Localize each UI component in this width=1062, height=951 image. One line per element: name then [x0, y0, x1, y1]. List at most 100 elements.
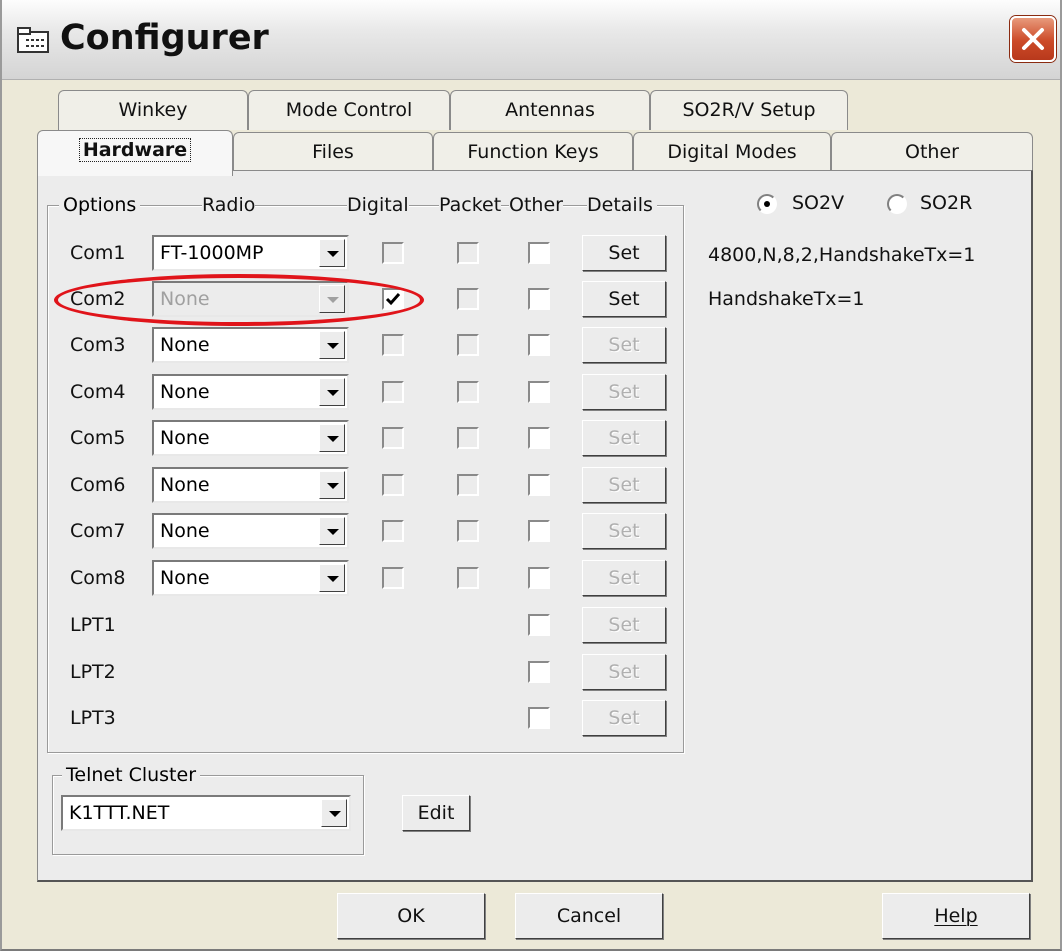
radio-select[interactable]: None [152, 560, 349, 596]
port-name: Com5 [70, 427, 126, 449]
configurer-window: Configurer Winkey Mode Control Antennas … [0, 0, 1062, 951]
help-label: Help [934, 905, 978, 927]
radio-select-value: None [160, 567, 210, 589]
other-checkbox[interactable] [528, 427, 550, 449]
chevron-down-icon[interactable] [319, 239, 345, 267]
other-checkbox[interactable] [528, 288, 550, 310]
tab-function-keys[interactable]: Function Keys [433, 132, 633, 172]
set-button: Set [582, 513, 666, 549]
tab-digital-modes[interactable]: Digital Modes [633, 132, 831, 172]
set-button[interactable]: Set [582, 235, 666, 271]
packet-checkbox[interactable] [457, 567, 479, 589]
chevron-down-icon[interactable] [319, 564, 345, 592]
help-button[interactable]: Help [882, 893, 1030, 939]
other-checkbox[interactable] [528, 474, 550, 496]
radio-select[interactable]: None [152, 513, 349, 549]
chevron-down-icon[interactable] [319, 331, 345, 359]
radio-select[interactable]: None [152, 467, 349, 503]
packet-checkbox[interactable] [457, 381, 479, 403]
chevron-down-icon[interactable] [319, 517, 345, 545]
annotation-ellipse [54, 274, 424, 326]
port-name: LPT1 [70, 614, 116, 636]
radio-select[interactable]: None [152, 327, 349, 363]
telnet-cluster-value: K1TTT.NET [69, 802, 170, 824]
radio-select-value: None [160, 381, 210, 403]
radio-select-value: None [160, 474, 210, 496]
details-info-line-2: HandshakeTx=1 [708, 288, 865, 310]
other-checkbox[interactable] [528, 381, 550, 403]
set-button: Set [582, 607, 666, 643]
digital-checkbox[interactable] [382, 381, 404, 403]
digital-checkbox[interactable] [382, 567, 404, 589]
digital-checkbox[interactable] [382, 427, 404, 449]
set-button: Set [582, 374, 666, 410]
other-checkbox[interactable] [528, 707, 550, 729]
radio-select[interactable]: None [152, 420, 349, 456]
close-button[interactable] [1010, 16, 1056, 62]
radio-select-value: FT-1000MP [160, 242, 264, 264]
header-digital: Digital [347, 194, 409, 216]
tab-hardware[interactable]: Hardware [37, 130, 233, 176]
tab-hardware-label: Hardware [78, 138, 192, 162]
other-checkbox[interactable] [528, 520, 550, 542]
telnet-cluster-select[interactable]: K1TTT.NET [61, 795, 351, 831]
port-name: Com1 [70, 242, 126, 264]
set-button: Set [582, 467, 666, 503]
so2v-radio[interactable] [757, 194, 777, 214]
so2r-radio[interactable] [887, 194, 907, 214]
set-button: Set [582, 420, 666, 456]
packet-checkbox[interactable] [457, 288, 479, 310]
port-name: LPT3 [70, 707, 116, 729]
packet-checkbox[interactable] [457, 427, 479, 449]
digital-checkbox[interactable] [382, 520, 404, 542]
details-info-line-1: 4800,N,8,2,HandshakeTx=1 [708, 244, 976, 266]
other-checkbox[interactable] [528, 242, 550, 264]
port-name: Com8 [70, 567, 126, 589]
tab-winkey[interactable]: Winkey [58, 90, 248, 130]
other-checkbox[interactable] [528, 334, 550, 356]
radio-select-value: None [160, 520, 210, 542]
set-button[interactable]: Set [582, 281, 666, 317]
tab-antennas[interactable]: Antennas [450, 90, 650, 130]
port-name: LPT2 [70, 661, 116, 683]
tab-files[interactable]: Files [233, 132, 433, 172]
radio-select[interactable]: FT-1000MP [152, 235, 349, 271]
packet-checkbox[interactable] [457, 334, 479, 356]
set-button: Set [582, 700, 666, 736]
edit-button[interactable]: Edit [402, 795, 470, 831]
port-name: Com7 [70, 520, 126, 542]
chevron-down-icon[interactable] [319, 378, 345, 406]
set-button: Set [582, 654, 666, 690]
header-packet: Packet [439, 194, 502, 216]
port-name: Com4 [70, 381, 126, 403]
tab-mode-control[interactable]: Mode Control [248, 90, 450, 130]
header-radio: Radio [202, 194, 256, 216]
chevron-down-icon[interactable] [319, 424, 345, 452]
packet-checkbox[interactable] [457, 474, 479, 496]
other-checkbox[interactable] [528, 567, 550, 589]
cancel-button[interactable]: Cancel [515, 893, 663, 939]
radio-select[interactable]: None [152, 374, 349, 410]
chevron-down-icon[interactable] [321, 799, 347, 827]
title-bar[interactable]: Configurer [2, 0, 1060, 80]
so2v-label: SO2V [792, 192, 845, 214]
chevron-down-icon[interactable] [319, 471, 345, 499]
ok-button[interactable]: OK [337, 893, 485, 939]
radio-select-value: None [160, 334, 210, 356]
packet-checkbox[interactable] [457, 242, 479, 264]
tab-so2r-v-setup[interactable]: SO2R/V Setup [650, 90, 848, 130]
digital-checkbox[interactable] [382, 334, 404, 356]
telnet-cluster-legend: Telnet Cluster [62, 764, 201, 786]
options-legend: Options [59, 194, 141, 216]
window-title: Configurer [60, 18, 269, 58]
so2r-label: SO2R [920, 192, 973, 214]
digital-checkbox[interactable] [382, 474, 404, 496]
set-button: Set [582, 327, 666, 363]
tab-other[interactable]: Other [831, 132, 1033, 172]
other-checkbox[interactable] [528, 661, 550, 683]
port-name: Com6 [70, 474, 126, 496]
header-other: Other [509, 194, 563, 216]
other-checkbox[interactable] [528, 614, 550, 636]
digital-checkbox[interactable] [382, 242, 404, 264]
packet-checkbox[interactable] [457, 520, 479, 542]
